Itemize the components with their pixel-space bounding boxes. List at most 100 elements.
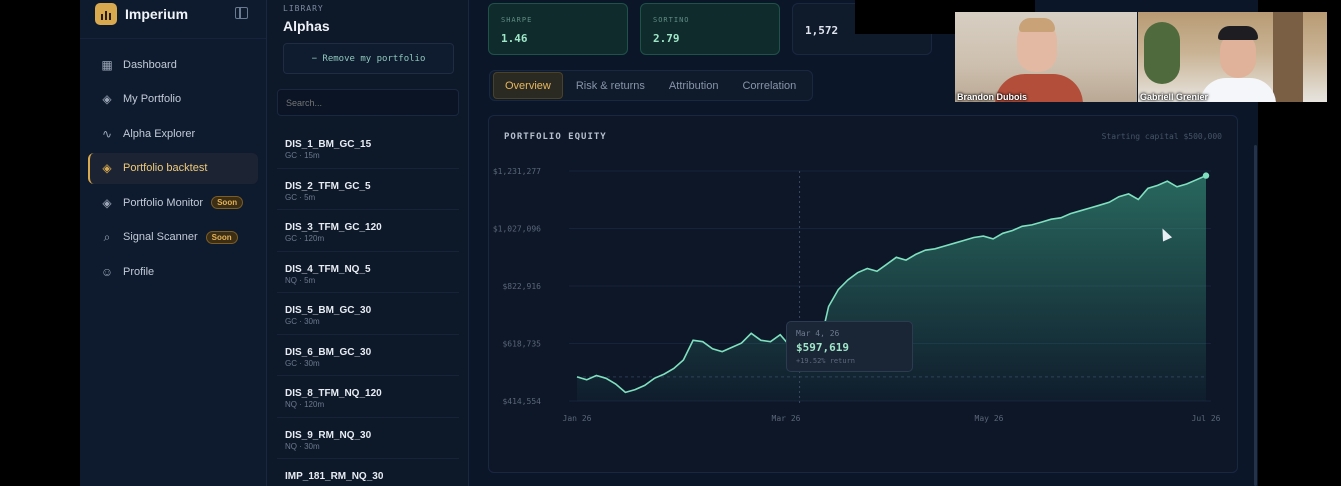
layers-icon: ◈ [102, 92, 112, 106]
sidebar-item-label: Dashboard [123, 58, 177, 71]
metric-label: SORTINO [653, 16, 690, 24]
activity-icon: ∿ [101, 126, 113, 141]
sidebar-item-profile[interactable]: ☺ Profile [88, 256, 258, 287]
y-tick-label: $1,027,096 [493, 225, 541, 234]
alpha-name: DIS_5_BM_GC_30 [285, 305, 372, 316]
metric-value: 1.46 [501, 32, 528, 45]
alpha-list-item[interactable]: DIS_4_TFM_NQ_5 NQ · 5m [277, 253, 459, 293]
alpha-list-item[interactable]: DIS_8_TFM_NQ_120 NQ · 120m [277, 377, 459, 418]
video-tile-left: Brandon Dubois [955, 12, 1137, 102]
alpha-list-item[interactable]: DIS_3_TFM_GC_120 GC · 120m [277, 211, 459, 252]
alpha-list-item[interactable]: DIS_5_BM_GC_30 GC · 30m [277, 294, 459, 335]
layers-icon: ◈ [102, 161, 112, 175]
metric-value: 2.79 [653, 32, 680, 45]
sidebar-item-portfolio-monitor[interactable]: ◈ Portfolio Monitor Soon [88, 187, 258, 218]
alpha-meta: GC · 30m [285, 317, 320, 326]
alpha-list-item[interactable]: DIS_6_BM_GC_30 GC · 30m [277, 336, 459, 376]
tooltip-value: $597,619 [796, 341, 849, 354]
y-tick-label: $414,554 [502, 397, 541, 406]
library-title: Alphas [283, 18, 330, 34]
alpha-search-input[interactable] [277, 89, 459, 116]
soon-badge: Soon [205, 230, 238, 244]
portfolio-equity-panel: $414,554 $618,735 $822,916 $1,027,096 $1,231… [488, 115, 1238, 473]
metric-card-sortino: SORTINO 2.79 [640, 3, 780, 55]
y-tick-label: $822,916 [502, 282, 541, 291]
sidebar-item-my-portfolio[interactable]: ◈ My Portfolio [88, 84, 258, 115]
panel-title: PORTFOLIO EQUITY [504, 132, 607, 142]
participant-shirt [1200, 78, 1276, 102]
sidebar-item-portfolio-backtest[interactable]: ◈ Portfolio backtest [88, 152, 258, 184]
alpha-name: DIS_1_BM_GC_15 [285, 139, 372, 150]
participant-hair [1019, 18, 1055, 32]
alpha-list-item[interactable]: DIS_2_TFM_GC_5 GC · 5m [277, 170, 459, 210]
metric-label: SHARPE [501, 16, 533, 24]
alpha-meta: GC · 5m [285, 192, 316, 202]
tab-bar: Overview Risk & returns Attribution Correla… [489, 70, 814, 101]
alpha-list-item[interactable]: DIS_1_BM_GC_15 GC · 15m [277, 128, 459, 169]
end-point [1202, 172, 1210, 179]
alpha-meta: GC · 120m [285, 234, 325, 243]
alpha-name: IMP_181_RM_NQ_30 [285, 471, 384, 482]
alpha-name: DIS_9_RM_NQ_30 [285, 429, 372, 441]
user-icon: ☺ [100, 264, 114, 279]
alpha-meta: GC · 30m [285, 358, 320, 368]
search-icon: ⌕ [103, 229, 111, 244]
tab-correlation[interactable]: Correlation [731, 73, 807, 98]
sidebar: Imperium ▦ Dashboard ◈ My Portfolio ∿ Alpha E… [80, 0, 267, 486]
alpha-meta: NQ · 30m [285, 441, 320, 451]
alpha-library: LIBRARY Alphas − Remove my portfolio DIS… [267, 0, 469, 486]
tab-overview[interactable]: Overview [493, 72, 563, 99]
sidebar-item-label: Alpha Explorer [123, 127, 196, 140]
plant-decor [1144, 22, 1180, 84]
library-kicker: LIBRARY [283, 4, 324, 13]
metric-card-sharpe: SHARPE 1.46 [488, 3, 628, 55]
tooltip-date: Mar 4, 26 [796, 329, 840, 338]
sidebar-item-label: Profile [123, 265, 155, 278]
video-tile-right: Gabriell Grenier [1138, 12, 1327, 102]
participant-name: Brandon Dubois [957, 92, 1027, 102]
x-tick-label: Jul 26 [1192, 414, 1221, 423]
x-tick-label: Mar 26 [772, 414, 801, 423]
x-tick-label: Jan 26 [563, 414, 592, 423]
sidebar-item-label: Portfolio Monitor [123, 196, 204, 209]
sidebar-item-label: Portfolio backtest [123, 162, 208, 174]
soon-badge: Soon [211, 196, 244, 209]
alpha-name: DIS_8_TFM_NQ_120 [285, 388, 382, 399]
y-tick-label: $618,735 [502, 340, 541, 349]
y-tick-label: $1,231,277 [493, 167, 541, 176]
x-tick-label: May 26 [975, 414, 1004, 423]
sidebar-toggle-icon[interactable] [235, 7, 248, 19]
alpha-meta: GC · 15m [285, 151, 320, 160]
brand[interactable]: Imperium [95, 3, 188, 25]
sidebar-nav: ▦ Dashboard ◈ My Portfolio ∿ Alpha Explorer ◈ P… [88, 49, 258, 291]
chart-tooltip: Mar 4, 26 $597,619 +19.52% return [786, 321, 913, 372]
divider [80, 38, 266, 39]
brand-name: Imperium [125, 6, 189, 22]
alpha-name: DIS_3_TFM_GC_120 [285, 222, 382, 233]
remove-portfolio-button[interactable]: − Remove my portfolio [283, 43, 454, 74]
brand-logo-icon [95, 3, 117, 25]
alpha-list-item[interactable]: IMP_181_RM_NQ_30 [277, 460, 459, 486]
alpha-list-item[interactable]: DIS_9_RM_NQ_30 NQ · 30m [277, 419, 459, 459]
starting-capital-note: Starting capital $500,000 [1101, 132, 1222, 141]
grid-icon: ▦ [101, 57, 113, 72]
sidebar-item-signal-scanner[interactable]: ⌕ Signal Scanner Soon [88, 222, 258, 253]
layers-icon: ◈ [102, 195, 112, 210]
bookshelf-decor [1273, 12, 1303, 102]
tooltip-return: +19.52% return [796, 357, 856, 365]
participant-cap [1218, 26, 1258, 40]
sidebar-item-alpha-explorer[interactable]: ∿ Alpha Explorer [88, 118, 258, 149]
alpha-meta: NQ · 120m [285, 400, 325, 409]
tab-attribution[interactable]: Attribution [658, 73, 730, 98]
alpha-name: DIS_4_TFM_NQ_5 [285, 263, 371, 275]
main-scrollbar[interactable] [1254, 145, 1257, 486]
alpha-name: DIS_6_BM_GC_30 [285, 346, 372, 358]
sidebar-item-label: My Portfolio [123, 93, 182, 105]
tab-risk-returns[interactable]: Risk & returns [565, 73, 656, 98]
sidebar-item-dashboard[interactable]: ▦ Dashboard [88, 49, 258, 80]
equity-chart[interactable]: $414,554 $618,735 $822,916 $1,027,096 $1,231… [489, 116, 1237, 472]
sidebar-item-label: Signal Scanner [123, 231, 198, 243]
alpha-meta: NQ · 5m [285, 275, 316, 285]
alpha-name: DIS_2_TFM_GC_5 [285, 180, 371, 192]
alpha-list: DIS_1_BM_GC_15 GC · 15m DIS_2_TFM_GC_5 GC ·… [277, 128, 459, 486]
